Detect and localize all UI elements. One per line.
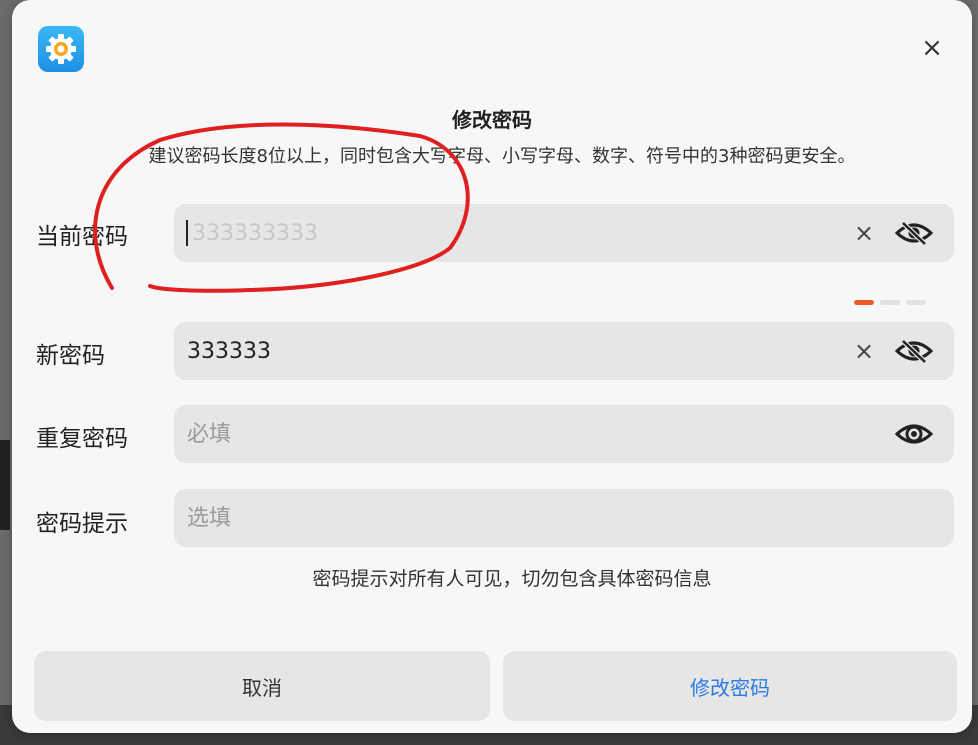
password-hint-field[interactable] <box>174 489 954 547</box>
repeat-password-label: 重复密码 <box>36 426 128 452</box>
close-button[interactable]: × <box>920 35 944 61</box>
strength-segment <box>854 300 874 305</box>
new-password-label: 新密码 <box>36 343 105 369</box>
password-hint-note: 密码提示对所有人可见，切勿包含具体密码信息 <box>312 568 712 590</box>
password-advice: 建议密码长度8位以上，同时包含大写字母、小写字母、数字、符号中的3种密码更安全。 <box>148 146 856 167</box>
new-password-field[interactable]: × <box>174 322 954 380</box>
background-window-edge <box>0 440 10 530</box>
password-hint-label: 密码提示 <box>36 511 128 537</box>
password-hint-input[interactable] <box>174 489 954 547</box>
dialog-title: 修改密码 <box>452 108 532 132</box>
eye-slash-icon[interactable] <box>892 335 936 367</box>
cancel-button[interactable]: 取消 <box>34 651 490 721</box>
repeat-password-field[interactable] <box>174 405 954 463</box>
current-password-input[interactable]: 333333333 <box>188 221 850 246</box>
change-password-button[interactable]: 修改密码 <box>503 651 957 721</box>
clear-new-password-button[interactable]: × <box>850 337 878 365</box>
eye-slash-icon[interactable] <box>892 217 936 249</box>
password-strength-meter <box>854 300 926 305</box>
change-password-dialog: × 修改密码 建议密码长度8位以上，同时包含大写字母、小写字母、数字、符号中的3… <box>12 0 972 733</box>
current-password-label: 当前密码 <box>36 224 128 250</box>
settings-gear-icon <box>38 26 84 72</box>
eye-icon[interactable] <box>892 418 936 450</box>
repeat-password-input[interactable] <box>174 405 892 463</box>
current-password-field[interactable]: 333333333 × <box>174 204 954 262</box>
strength-segment <box>906 300 926 305</box>
strength-segment <box>880 300 900 305</box>
clear-current-password-button[interactable]: × <box>850 219 878 247</box>
new-password-input[interactable] <box>174 322 850 380</box>
